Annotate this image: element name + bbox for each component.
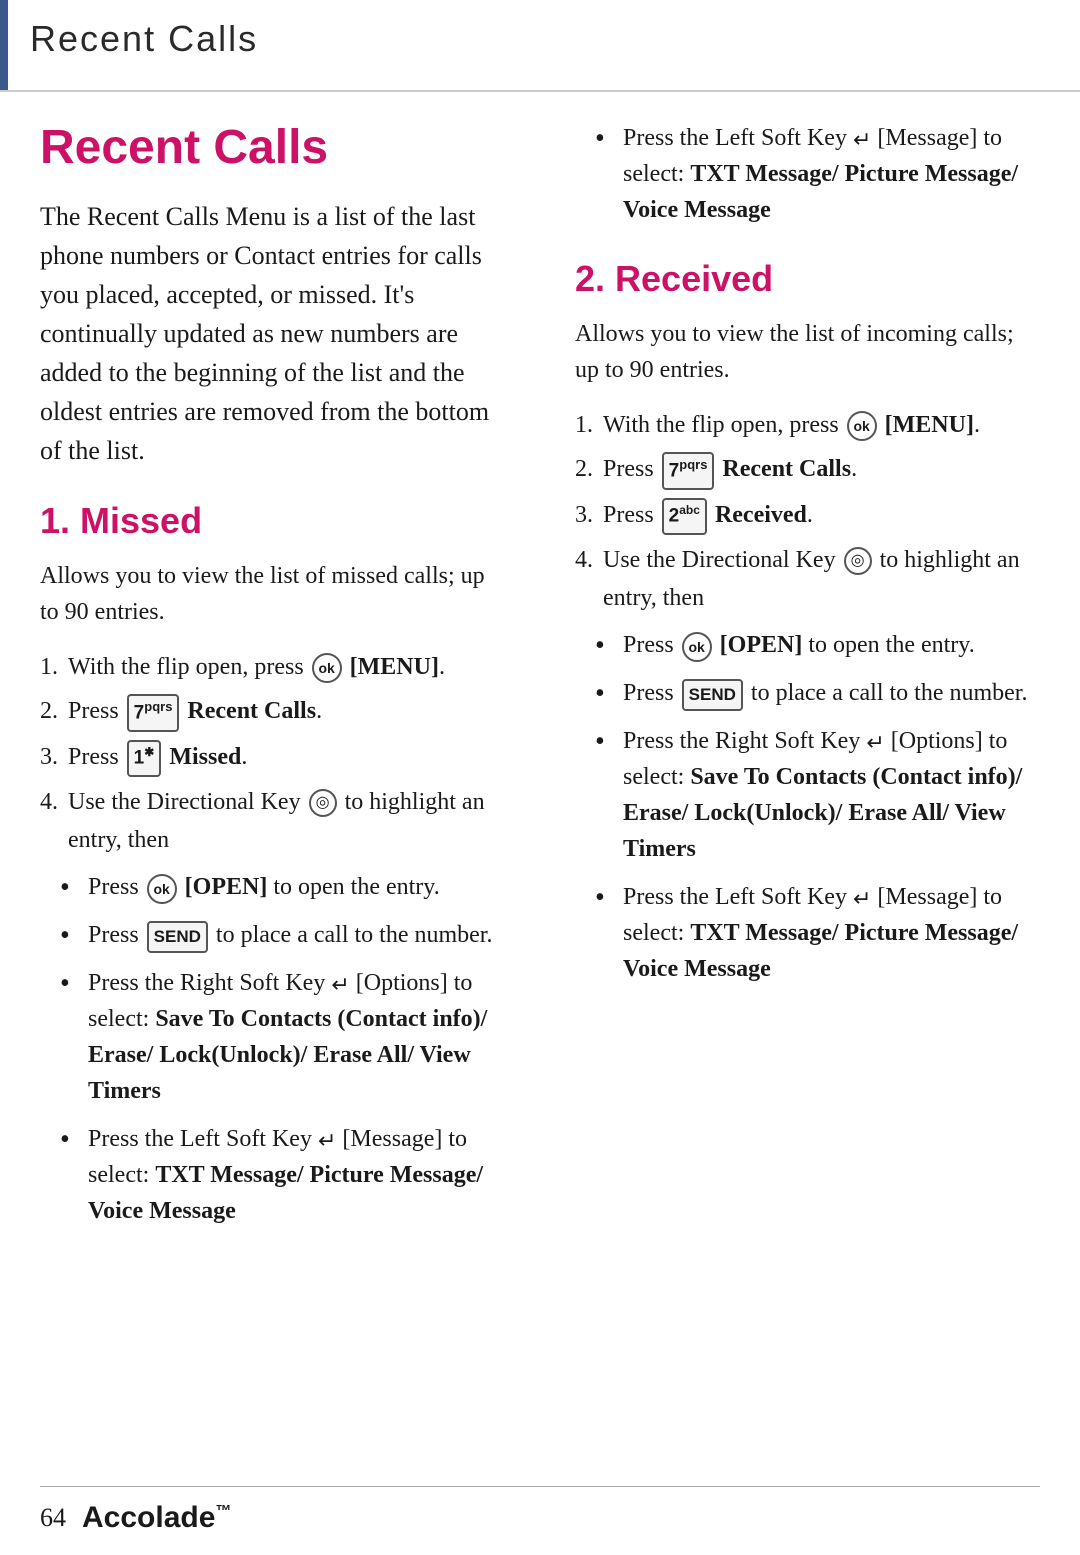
send2-icon: SEND — [682, 679, 743, 711]
ok-open2-icon: ok — [682, 632, 712, 662]
section1-steps: 1. With the flip open, press ok [MENU]. … — [40, 648, 505, 859]
right-column: Press the Left Soft Key ↵ [Message] to s… — [565, 110, 1040, 1475]
section1-bullets: Press ok [OPEN] to open the entry. Press… — [60, 869, 505, 1229]
main-content: Recent Calls The Recent Calls Menu is a … — [40, 110, 1040, 1475]
key-1: 1✱ — [127, 740, 162, 777]
dir2-key-icon: ◎ — [844, 547, 872, 575]
header-title: Recent Calls — [30, 18, 258, 59]
step2-2: 2. Press 7pqrs Recent Calls. — [575, 450, 1040, 489]
step1-4: 4. Use the Directional Key ◎ to highligh… — [40, 783, 505, 860]
key-7pqrs: 7pqrs — [127, 694, 180, 732]
section1-intro: Allows you to view the list of missed ca… — [40, 558, 505, 630]
step1-1: 1. With the flip open, press ok [MENU]. — [40, 648, 505, 686]
bullet-1-3: Press the Right Soft Key ↵ [Options] to … — [60, 965, 505, 1109]
right-softkey2-icon: ↵ — [866, 726, 884, 759]
key2-7pqrs: 7pqrs — [662, 452, 715, 490]
bullet-2-4: Press the Left Soft Key ↵ [Message] to s… — [595, 879, 1040, 987]
bullet-2-3: Press the Right Soft Key ↵ [Options] to … — [595, 723, 1040, 867]
page-title: Recent Calls — [40, 120, 505, 175]
left-column: Recent Calls The Recent Calls Menu is a … — [40, 110, 525, 1475]
bullet-1-1: Press ok [OPEN] to open the entry. — [60, 869, 505, 905]
brand-name: Accolade™ — [82, 1501, 231, 1535]
ok-open-icon: ok — [147, 874, 177, 904]
step2-1: 1. With the flip open, press ok [MENU]. — [575, 406, 1040, 444]
bullet-2-2: Press SEND to place a call to the number… — [595, 675, 1040, 711]
step1-2: 2. Press 7pqrs Recent Calls. — [40, 692, 505, 731]
page-header: Recent Calls — [30, 18, 1050, 60]
right-top-bullets: Press the Left Soft Key ↵ [Message] to s… — [595, 120, 1040, 228]
intro-paragraph: The Recent Calls Menu is a list of the l… — [40, 197, 505, 470]
step2-4: 4. Use the Directional Key ◎ to highligh… — [575, 541, 1040, 618]
section1-heading: 1. Missed — [40, 500, 505, 542]
ok-icon: ok — [312, 653, 342, 683]
step1-3: 3. Press 1✱ Missed. — [40, 738, 505, 777]
right-bullet-top: Press the Left Soft Key ↵ [Message] to s… — [595, 120, 1040, 228]
section2-intro: Allows you to view the list of incoming … — [575, 316, 1040, 388]
header-rule — [0, 90, 1080, 92]
ok2-icon: ok — [847, 411, 877, 441]
page-number: 64 — [40, 1503, 66, 1533]
send-icon: SEND — [147, 921, 208, 953]
left-softkey-icon: ↵ — [318, 1124, 336, 1157]
left-softkey2-icon: ↵ — [853, 882, 871, 915]
page-footer: 64 Accolade™ — [40, 1486, 1040, 1535]
right-softkey-icon: ↵ — [331, 968, 349, 1001]
accent-bar — [0, 0, 8, 90]
bullet-2-1: Press ok [OPEN] to open the entry. — [595, 627, 1040, 663]
section2-steps: 1. With the flip open, press ok [MENU]. … — [575, 406, 1040, 617]
left-softkey-top-icon: ↵ — [853, 123, 871, 156]
key-2abc: 2abc — [662, 498, 707, 535]
step2-3: 3. Press 2abc Received. — [575, 496, 1040, 535]
bullet-1-2: Press SEND to place a call to the number… — [60, 917, 505, 953]
right-col-top-bullet: Press the Left Soft Key ↵ [Message] to s… — [575, 120, 1040, 228]
bullet-1-4: Press the Left Soft Key ↵ [Message] to s… — [60, 1121, 505, 1229]
section2-heading: 2. Received — [575, 258, 1040, 300]
dir-key-icon: ◎ — [309, 789, 337, 817]
section2-bullets: Press ok [OPEN] to open the entry. Press… — [595, 627, 1040, 987]
